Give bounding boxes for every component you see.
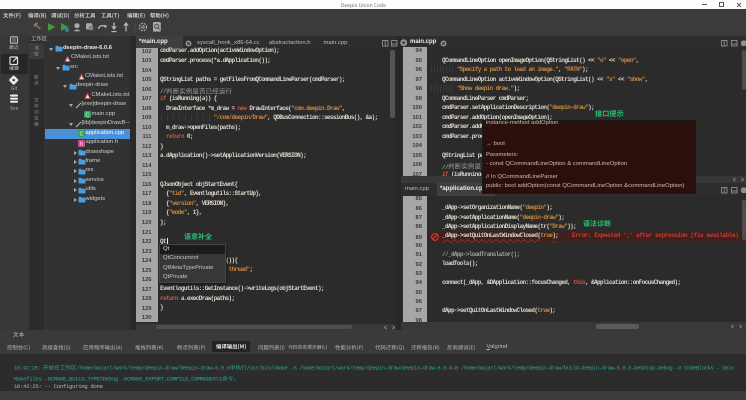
svg-text:C: C [86,112,90,118]
svg-text:C: C [79,131,83,137]
svg-text:h: h [79,141,82,147]
